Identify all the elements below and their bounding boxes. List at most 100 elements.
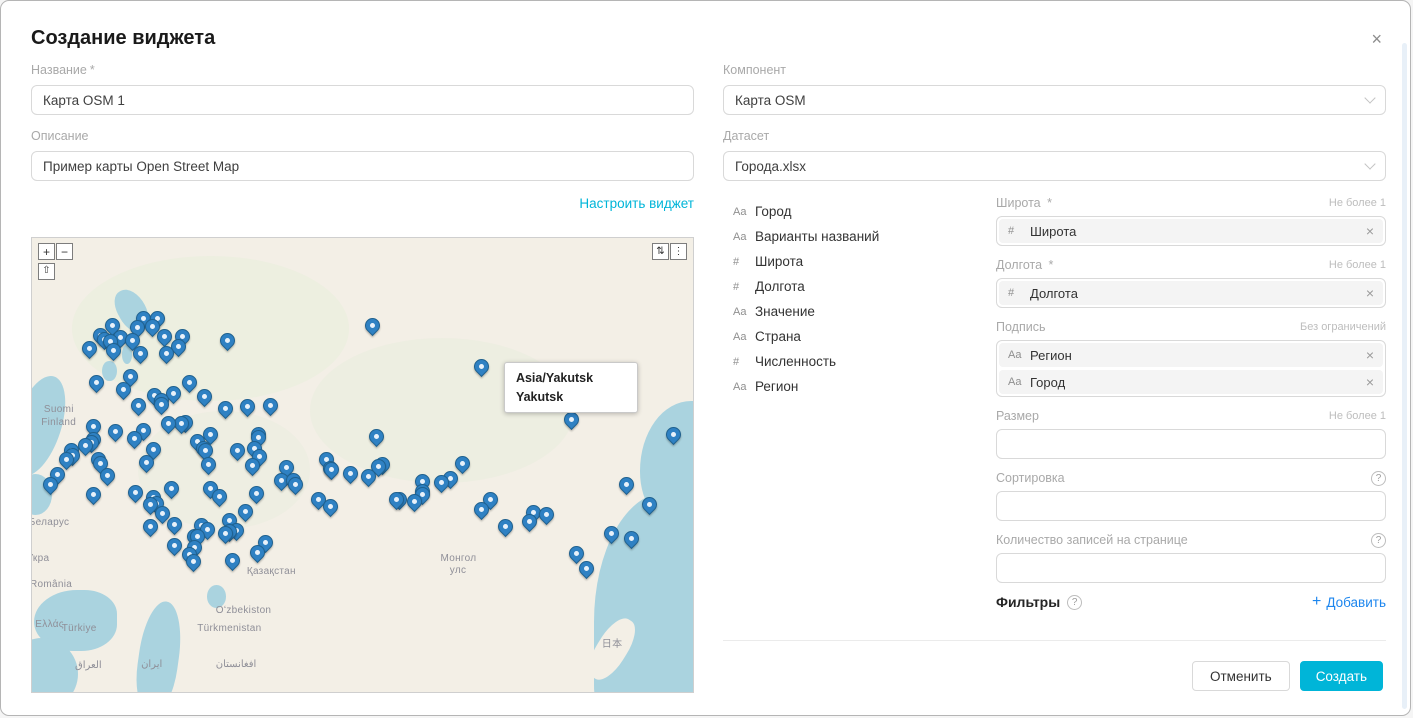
dataset-field[interactable]: AaРегион — [733, 374, 996, 399]
required-mark: * — [1045, 258, 1053, 272]
text-type-icon: Aa — [733, 331, 755, 343]
zoom-in-button[interactable]: + — [38, 243, 55, 260]
dataset-fields-list: AaГородAaВарианты названий#Широта#Долгот… — [723, 195, 996, 610]
dropzone-area[interactable]: #Долгота× — [996, 278, 1386, 308]
chip-label: Широта — [1030, 224, 1366, 239]
dataset-value: Города.xlsx — [735, 159, 806, 174]
dataset-field[interactable]: AaЗначение — [733, 299, 996, 324]
text-type-icon: Aa — [733, 206, 755, 218]
dataset-field[interactable]: #Широта — [733, 249, 996, 274]
dataset-field[interactable]: #Долгота — [733, 274, 996, 299]
dropzone-area[interactable]: AaРегион×AaГород× — [996, 340, 1386, 397]
map-place-label: Укра — [31, 553, 49, 564]
tooltip-city: Yakutsk — [516, 390, 626, 404]
create-button[interactable]: Создать — [1300, 661, 1383, 691]
limit-hint: Не более 1 — [1329, 259, 1386, 271]
zoom-out-button[interactable]: − — [56, 243, 73, 260]
map-place-label: Oʻzbekiston — [216, 605, 272, 616]
dataset-field[interactable]: AaСтрана — [733, 324, 996, 349]
map-marker[interactable] — [222, 550, 243, 571]
dropzone-area[interactable] — [996, 491, 1386, 521]
dropzone-area[interactable] — [996, 553, 1386, 583]
help-icon[interactable]: ? — [1371, 471, 1386, 486]
map-marker[interactable] — [495, 516, 516, 537]
dropzone-label: Подпись — [996, 320, 1300, 334]
map-place-label: улс — [450, 565, 467, 576]
text-type-icon: Aa — [733, 231, 755, 243]
dataset-field[interactable]: AaВарианты названий — [733, 224, 996, 249]
map-marker[interactable] — [82, 484, 103, 505]
dataset-field[interactable]: #Численность — [733, 349, 996, 374]
close-icon[interactable]: × — [1365, 29, 1388, 49]
widget-description-input[interactable] — [31, 151, 694, 181]
dropzones: Широта *Не более 1#Широта×Долгота *Не бо… — [996, 195, 1386, 583]
remove-chip-icon[interactable]: × — [1366, 224, 1374, 238]
limit-hint: Не более 1 — [1329, 197, 1386, 209]
name-label: Название — [31, 63, 87, 77]
add-filter-button[interactable]: + Добавить — [1312, 594, 1386, 610]
footer-divider — [723, 640, 1386, 641]
scrollbar[interactable] — [1402, 43, 1407, 709]
required-mark: * — [90, 63, 95, 77]
number-type-icon: # — [1008, 287, 1030, 299]
water-area — [102, 361, 117, 382]
text-type-icon: Aa — [1008, 349, 1030, 361]
field-chip[interactable]: AaРегион× — [999, 343, 1383, 367]
map-place-label: العراق — [75, 660, 102, 671]
number-type-icon: # — [733, 356, 755, 368]
remove-chip-icon[interactable]: × — [1366, 348, 1374, 362]
dropzone-label: Размер — [996, 409, 1329, 423]
map-place-label: Ελλάς — [35, 619, 64, 630]
dropzone: Количество записей на странице? — [996, 532, 1386, 583]
field-name: Регион — [755, 379, 798, 394]
dropzone: Широта *Не более 1 #Широта× — [996, 195, 1386, 246]
number-type-icon: # — [733, 256, 755, 268]
map-marker[interactable] — [260, 395, 281, 416]
field-name: Варианты названий — [755, 229, 879, 244]
kebab-menu-icon[interactable]: ⋮ — [670, 243, 687, 260]
map-marker[interactable] — [616, 474, 637, 495]
limit-hint: Без ограничений — [1300, 321, 1386, 333]
map-canvas[interactable]: SuomiFinlandБеларусУкраRomâniaΕλλάςTürki… — [31, 237, 694, 693]
chip-label: Город — [1030, 375, 1366, 390]
dropzone-label: Долгота * — [996, 258, 1329, 272]
water-area — [132, 599, 186, 693]
map-place-label: Türkmenistan — [197, 623, 261, 634]
dropzone-label: Широта * — [996, 196, 1329, 210]
dropzone-area[interactable]: #Широта× — [996, 216, 1386, 246]
text-type-icon: Aa — [1008, 376, 1030, 388]
dropzone: РазмерНе более 1 — [996, 408, 1386, 459]
component-select[interactable]: Карта OSM — [723, 85, 1386, 115]
map-place-label: Беларус — [31, 517, 69, 528]
field-chip[interactable]: #Долгота× — [999, 281, 1383, 305]
cancel-button[interactable]: Отменить — [1192, 661, 1290, 691]
field-name: Широта — [755, 254, 803, 269]
dropzone: Долгота *Не более 1 #Долгота× — [996, 257, 1386, 308]
configure-widget-link[interactable]: Настроить виджет — [579, 196, 694, 211]
widget-name-input[interactable] — [31, 85, 694, 115]
map-tooltip: Asia/Yakutsk Yakutsk — [504, 362, 638, 413]
field-name: Значение — [755, 304, 815, 319]
dataset-label: Датасет — [723, 129, 1386, 146]
fullscreen-icon[interactable]: ⇧ — [38, 263, 55, 280]
dataset-select[interactable]: Города.xlsx — [723, 151, 1386, 181]
sort-icon[interactable]: ⇅ — [652, 243, 669, 260]
map-marker[interactable] — [362, 315, 383, 336]
map-marker[interactable] — [105, 421, 126, 442]
field-name: Город — [755, 204, 792, 219]
filters-label: Фильтры — [996, 594, 1060, 610]
tooltip-timezone: Asia/Yakutsk — [516, 371, 626, 385]
dropzone-area[interactable] — [996, 429, 1386, 459]
map-place-label: Finland — [41, 417, 76, 428]
dropzone: ПодписьБез ограниченийAaРегион×AaГород× — [996, 319, 1386, 397]
limit-hint: Не более 1 — [1329, 410, 1386, 422]
field-name: Долгота — [755, 279, 805, 294]
field-chip[interactable]: AaГород× — [999, 370, 1383, 394]
dataset-field[interactable]: AaГород — [733, 199, 996, 224]
remove-chip-icon[interactable]: × — [1366, 286, 1374, 300]
field-chip[interactable]: #Широта× — [999, 219, 1383, 243]
remove-chip-icon[interactable]: × — [1366, 375, 1374, 389]
filters-help-icon[interactable]: ? — [1067, 595, 1082, 610]
help-icon[interactable]: ? — [1371, 533, 1386, 548]
left-column: Название* Описание Настроить виджет — [31, 63, 694, 693]
